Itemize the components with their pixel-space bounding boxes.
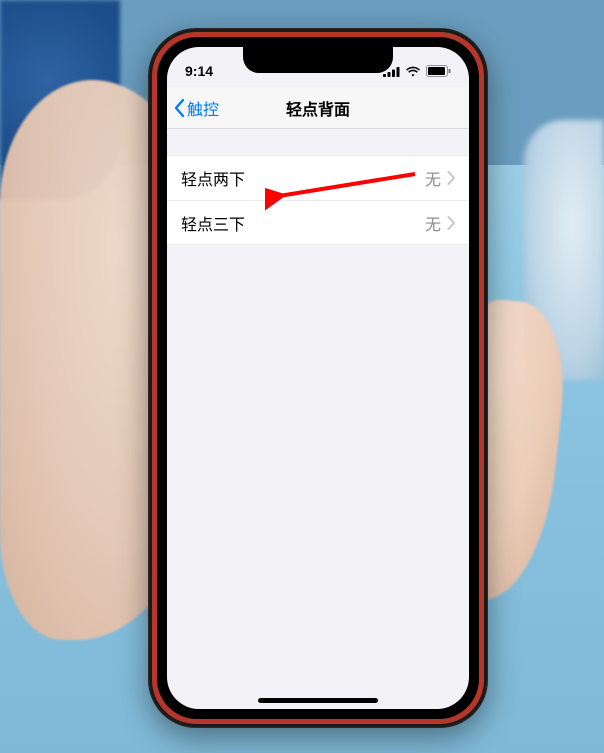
back-label: 触控 xyxy=(187,96,219,120)
chevron-left-icon xyxy=(173,98,185,118)
row-value: 无 xyxy=(425,166,441,190)
page-title: 轻点背面 xyxy=(286,96,350,120)
row-value: 无 xyxy=(425,211,441,235)
home-indicator[interactable] xyxy=(258,698,378,703)
row-label: 轻点三下 xyxy=(181,211,425,235)
back-button[interactable]: 触控 xyxy=(173,87,219,128)
row-label: 轻点两下 xyxy=(181,166,425,190)
nav-bar: 触控 轻点背面 xyxy=(167,87,469,129)
chevron-right-icon xyxy=(447,216,455,230)
notch xyxy=(243,47,393,73)
chevron-right-icon xyxy=(447,171,455,185)
row-double-tap[interactable]: 轻点两下 无 xyxy=(167,156,469,200)
phone-frame: 9:14 触控 轻点背面 轻点两下 无 轻点三下 xyxy=(148,28,488,728)
screen: 9:14 触控 轻点背面 轻点两下 无 轻点三下 xyxy=(167,47,469,709)
settings-list: 轻点两下 无 轻点三下 无 xyxy=(167,155,469,245)
wifi-icon xyxy=(405,66,421,77)
status-time: 9:14 xyxy=(185,63,213,79)
row-triple-tap[interactable]: 轻点三下 无 xyxy=(167,200,469,244)
battery-icon xyxy=(426,65,451,77)
